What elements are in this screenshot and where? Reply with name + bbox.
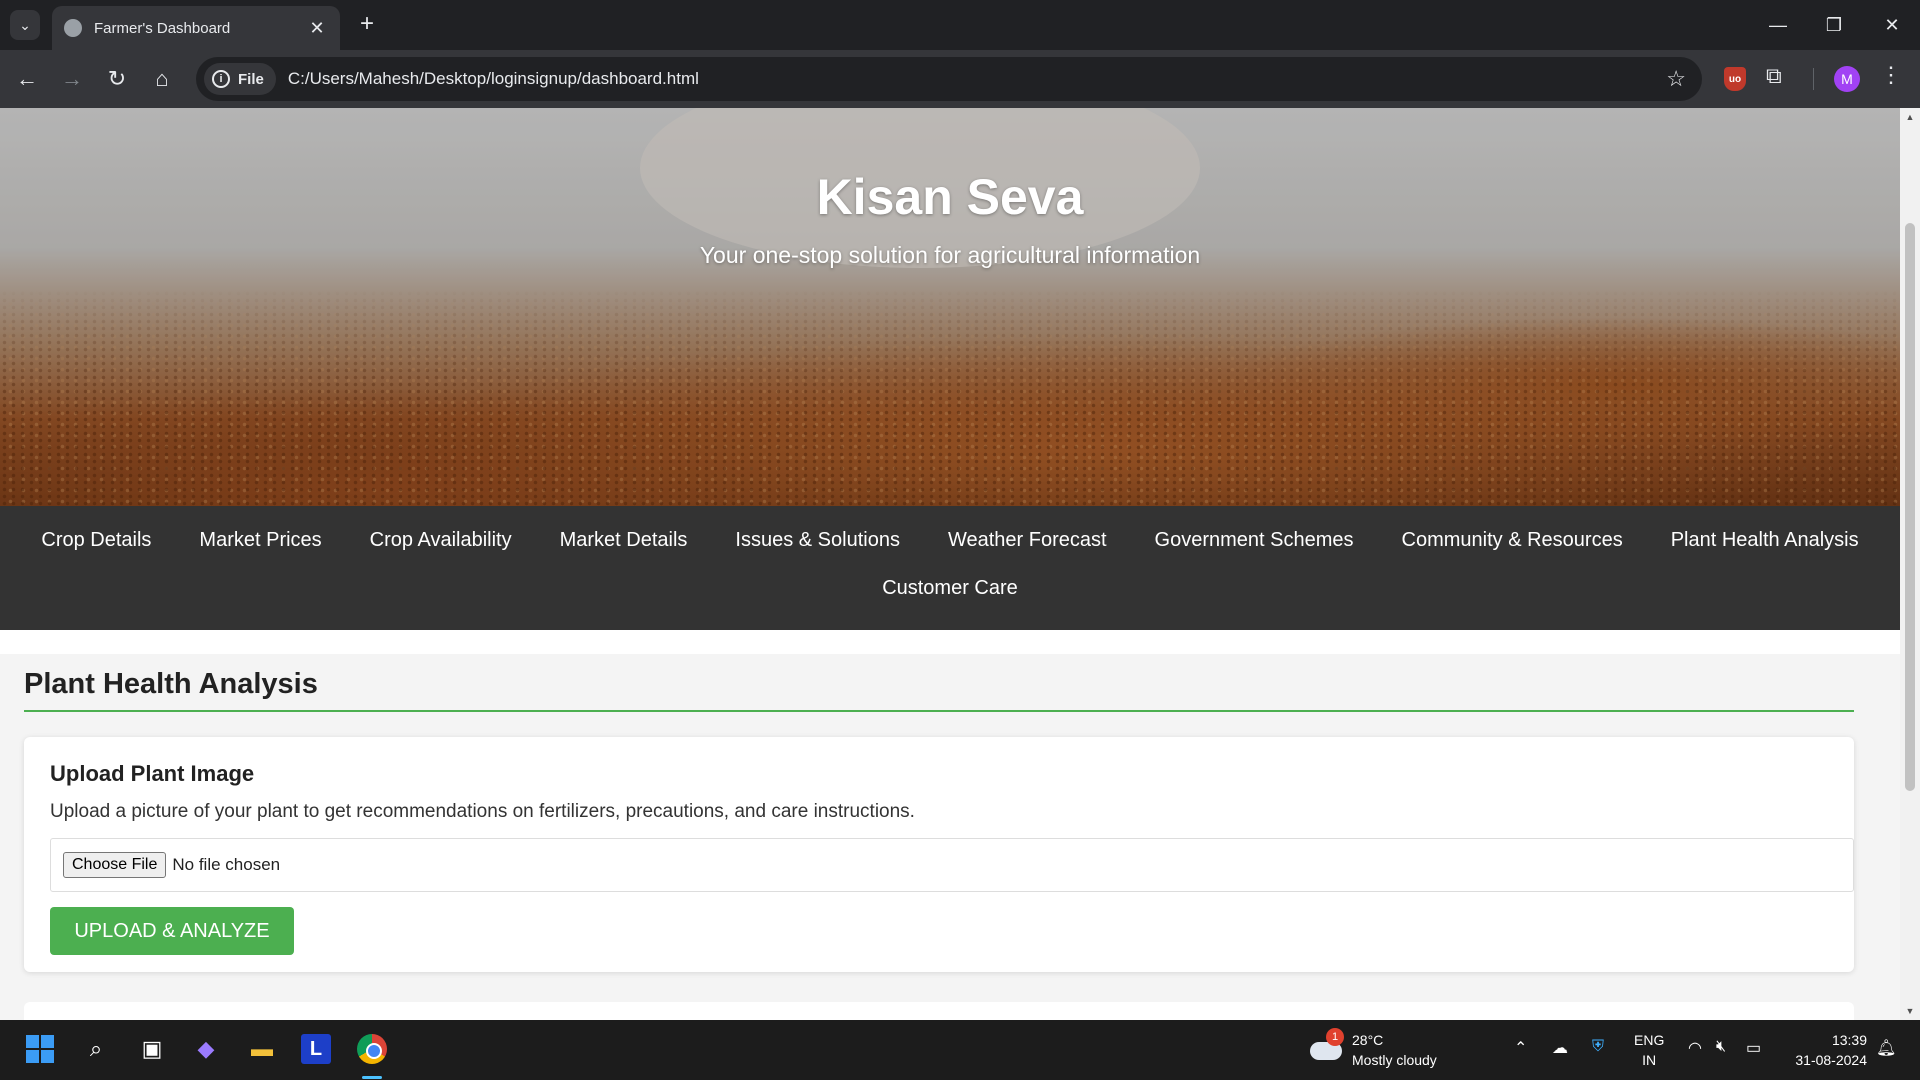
- page-scrollbar[interactable]: ▲ ▼: [1900, 108, 1920, 1020]
- weather-desc: Mostly cloudy: [1352, 1052, 1437, 1068]
- weather-temp: 28°C: [1352, 1032, 1384, 1048]
- info-icon: i: [212, 70, 230, 88]
- main-navigation: Crop Details Market Prices Crop Availabi…: [0, 506, 1900, 630]
- copilot-icon[interactable]: ◆: [188, 1031, 224, 1067]
- scroll-up-icon[interactable]: ▲: [1905, 112, 1915, 122]
- globe-icon: [64, 19, 82, 37]
- home-icon[interactable]: ⌂: [145, 62, 179, 96]
- nav-row-2: Customer Care: [0, 577, 1900, 600]
- onedrive-cloud-icon[interactable]: ☁: [1552, 1038, 1568, 1058]
- site-title: Kisan Seva: [816, 169, 1084, 225]
- upload-analyze-button[interactable]: UPLOAD & ANALYZE: [50, 907, 294, 955]
- upload-card: Upload Plant Image Upload a picture of y…: [24, 737, 1854, 972]
- url-text[interactable]: C:/Users/Mahesh/Desktop/loginsignup/dash…: [288, 69, 1666, 89]
- nav-link-market-prices[interactable]: Market Prices: [199, 529, 321, 552]
- next-card: [24, 1002, 1854, 1020]
- forward-arrow-icon[interactable]: →: [55, 62, 89, 96]
- nav-link-crop-availability[interactable]: Crop Availability: [370, 529, 512, 552]
- weather-cloud-icon[interactable]: 1: [1310, 1028, 1344, 1060]
- security-shield-icon[interactable]: ⛨: [1592, 1038, 1604, 1056]
- weather-widget[interactable]: 28°C Mostly cloudy: [1352, 1030, 1437, 1070]
- minimize-icon[interactable]: —: [1750, 0, 1806, 50]
- browser-tab[interactable]: Farmer's Dashboard ✕: [52, 6, 340, 50]
- tab-title: Farmer's Dashboard: [94, 19, 231, 37]
- scrollbar-thumb[interactable]: [1905, 223, 1915, 791]
- nav-link-plant-health-analysis[interactable]: Plant Health Analysis: [1671, 529, 1859, 552]
- new-tab-button[interactable]: +: [352, 10, 382, 40]
- language-indicator[interactable]: ENG IN: [1634, 1030, 1664, 1070]
- nav-link-market-details[interactable]: Market Details: [560, 529, 688, 552]
- active-app-indicator: [362, 1076, 382, 1079]
- windows-start-icon[interactable]: [22, 1031, 58, 1067]
- bookmark-star-icon[interactable]: ☆: [1666, 66, 1686, 92]
- reload-icon[interactable]: ↻: [100, 62, 134, 96]
- nav-link-government-schemes[interactable]: Government Schemes: [1155, 529, 1354, 552]
- clock-date: 31-08-2024: [1795, 1052, 1867, 1068]
- nav-link-community-resources[interactable]: Community & Resources: [1402, 529, 1623, 552]
- file-input[interactable]: Choose File No file chosen: [50, 838, 1854, 892]
- address-bar[interactable]: i File C:/Users/Mahesh/Desktop/loginsign…: [196, 57, 1702, 101]
- system-clock[interactable]: 13:39 31-08-2024: [1785, 1030, 1867, 1070]
- nav-link-weather-forecast[interactable]: Weather Forecast: [948, 529, 1107, 552]
- site-info-chip[interactable]: i File: [204, 63, 276, 95]
- profile-avatar[interactable]: M: [1834, 66, 1860, 92]
- weather-badge: 1: [1326, 1028, 1344, 1046]
- search-icon[interactable]: ⌕: [78, 1031, 114, 1067]
- chrome-taskbar-icon[interactable]: [354, 1031, 390, 1067]
- app-l-icon[interactable]: L: [298, 1031, 334, 1067]
- tab-close-icon[interactable]: ✕: [306, 18, 328, 39]
- scroll-down-icon[interactable]: ▼: [1905, 1006, 1915, 1016]
- hero-banner: Kisan Seva Your one-stop solution for ag…: [0, 108, 1900, 506]
- speaker-muted-icon[interactable]: 🔇︎: [1716, 1038, 1726, 1056]
- more-menu-icon[interactable]: ⋮: [1880, 62, 1902, 88]
- toolbar-divider: [1813, 68, 1814, 90]
- nav-link-crop-details[interactable]: Crop Details: [41, 529, 151, 552]
- nav-row-1: Crop Details Market Prices Crop Availabi…: [0, 529, 1900, 552]
- tab-search-icon[interactable]: ⌄: [10, 10, 40, 40]
- section-divider: [24, 710, 1854, 712]
- page-viewport: Kisan Seva Your one-stop solution for ag…: [0, 108, 1900, 1020]
- choose-file-button[interactable]: Choose File: [63, 852, 167, 878]
- section-title: Plant Health Analysis: [24, 668, 318, 700]
- file-status-text: No file chosen: [172, 855, 281, 874]
- tray-chevron-icon[interactable]: ⌃: [1514, 1038, 1527, 1058]
- site-chip-label: File: [238, 70, 264, 88]
- clock-time: 13:39: [1831, 1032, 1867, 1048]
- battery-icon[interactable]: ▭: [1746, 1038, 1761, 1058]
- wifi-icon[interactable]: ◠: [1688, 1038, 1702, 1058]
- nav-link-issues-solutions[interactable]: Issues & Solutions: [735, 529, 900, 552]
- upload-card-heading: Upload Plant Image: [50, 761, 255, 786]
- upload-card-description: Upload a picture of your plant to get re…: [50, 801, 915, 822]
- taskbar: ⌕ ▣ ◆ ▬ L 1 28°C Mostly cloudy ⌃ ☁ ⛨ ENG…: [0, 1020, 1920, 1080]
- nav-link-customer-care[interactable]: Customer Care: [882, 577, 1018, 600]
- app-l-label: L: [301, 1034, 331, 1064]
- tab-strip: ⌄ Farmer's Dashboard ✕ + — ❐ ✕: [0, 0, 1920, 50]
- extensions-puzzle-icon[interactable]: ⧉: [1766, 63, 1782, 89]
- restore-icon[interactable]: ❐: [1806, 0, 1862, 50]
- lang-top: ENG: [1634, 1032, 1665, 1048]
- ublock-extension-icon[interactable]: uo: [1724, 67, 1746, 91]
- file-explorer-icon[interactable]: ▬: [244, 1031, 280, 1067]
- window-close-icon[interactable]: ✕: [1864, 0, 1920, 50]
- browser-toolbar: ← → ↻ ⌂ i File C:/Users/Mahesh/Desktop/l…: [0, 50, 1920, 108]
- notification-bell-icon[interactable]: 🔔︎: [1876, 1038, 1896, 1058]
- chrome-icon: [357, 1034, 387, 1064]
- lang-bottom: IN: [1642, 1052, 1657, 1068]
- back-arrow-icon[interactable]: ←: [10, 62, 44, 96]
- nav-spacer: [0, 630, 1900, 654]
- task-view-icon[interactable]: ▣: [134, 1031, 170, 1067]
- site-subtitle: Your one-stop solution for agricultural …: [699, 242, 1201, 268]
